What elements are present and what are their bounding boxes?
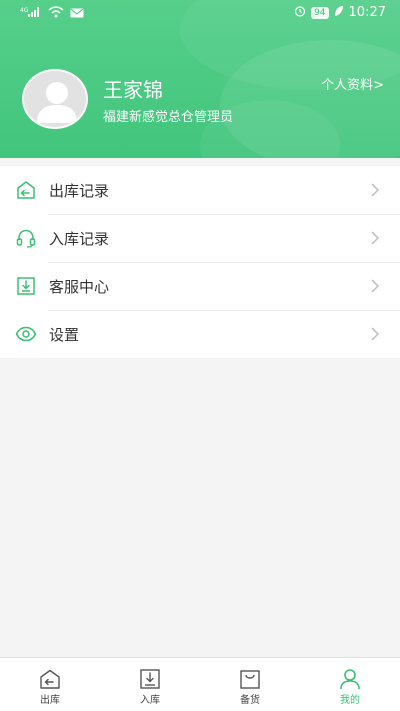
nav-tab-mine[interactable]: 我的: [300, 658, 400, 711]
nav-tab-label: 我的: [340, 695, 360, 706]
menu-item-label: 客服中心: [49, 278, 110, 296]
profile-screen: 4G 94 10:27 王家锦 福建新感觉总仓管理员 个人资料> 出库记录 入库…: [0, 0, 400, 711]
battery-level: 94: [311, 6, 329, 19]
avatar[interactable]: [22, 69, 88, 129]
svg-text:4G: 4G: [20, 7, 29, 14]
nav-tab-stocking[interactable]: 备货: [200, 658, 300, 711]
profile-header: 4G 94 10:27 王家锦 福建新感觉总仓管理员 个人资料>: [0, 0, 400, 158]
menu-item-inbound-records[interactable]: 入库记录: [0, 214, 400, 262]
signal-icon: 4G: [20, 6, 42, 21]
menu-item-outbound-records[interactable]: 出库记录: [0, 166, 400, 214]
user-name: 王家锦: [103, 78, 163, 102]
outbound-icon: [38, 668, 62, 690]
status-time: 10:27: [348, 5, 386, 20]
menu-list: 出库记录 入库记录 客服中心 设置: [0, 166, 400, 358]
chevron-right-icon: [370, 182, 380, 198]
nav-tab-outbound[interactable]: 出库: [0, 658, 100, 711]
nav-tab-label: 入库: [140, 695, 160, 706]
user-org: 福建新感觉总仓管理员: [103, 110, 234, 125]
chevron-right-icon: [370, 278, 380, 294]
menu-item-label: 设置: [49, 326, 80, 344]
download-box-icon: [15, 275, 37, 297]
default-avatar-icon: [37, 82, 77, 123]
menu-item-label: 出库记录: [49, 182, 110, 200]
menu-item-customer-service[interactable]: 客服中心: [0, 262, 400, 310]
bottom-nav: 出库 入库 备货 我的: [0, 657, 400, 711]
menu-item-settings[interactable]: 设置: [0, 310, 400, 358]
personal-info-link[interactable]: 个人资料>: [321, 74, 384, 93]
user-icon: [338, 668, 362, 690]
eye-icon: [15, 323, 37, 345]
wifi-icon: [48, 6, 64, 21]
headset-icon: [15, 227, 37, 249]
bag-icon: [238, 668, 262, 690]
nav-tab-label: 出库: [40, 695, 60, 706]
alarm-icon: [294, 5, 306, 20]
status-bar: 4G 94 10:27: [0, 0, 400, 26]
download-box-icon: [138, 668, 162, 690]
chevron-right-icon: [370, 326, 380, 342]
chevron-right-icon: [370, 230, 380, 246]
outbound-icon: [15, 179, 37, 201]
leaf-icon: [334, 5, 344, 20]
nav-tab-inbound[interactable]: 入库: [100, 658, 200, 711]
message-icon: [70, 7, 84, 21]
menu-item-label: 入库记录: [49, 230, 110, 248]
nav-tab-label: 备货: [240, 695, 260, 706]
